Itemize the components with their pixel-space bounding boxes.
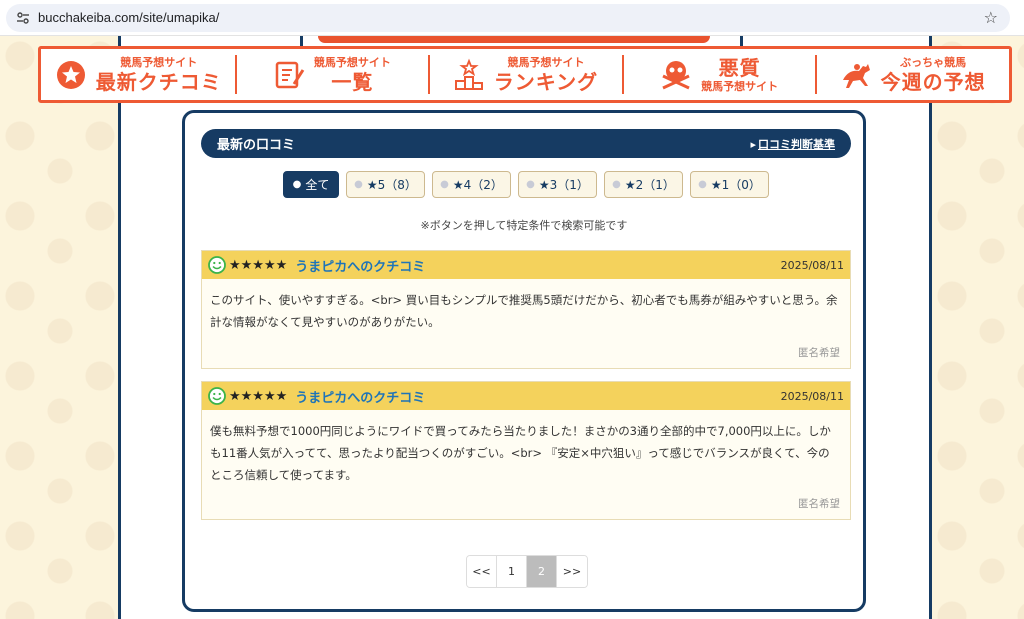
nav-label: 最新クチコミ [95, 69, 222, 94]
nav-label: 悪質 [718, 55, 761, 80]
nav-ranking[interactable]: 競馬予想サイト ランキング [428, 49, 622, 100]
review-item: ★★★★★ うまピカへのクチコミ 2025/08/11 僕も無料予想で1000円… [201, 381, 851, 520]
filter-2star-button[interactable]: ● ★2（1） [604, 171, 683, 198]
filter-label: ★5（8） [366, 178, 417, 192]
racehorse-icon [842, 63, 870, 88]
dot-icon: ● [526, 179, 535, 190]
pagination-next-button[interactable]: >> [557, 556, 587, 587]
review-title[interactable]: うまピカへのクチコミ [295, 256, 425, 275]
browser-toolbar: bucchakeiba.com/site/umapika/ ☆ [0, 0, 1024, 36]
nav-label-small: 競馬予想サイト [701, 79, 779, 93]
dot-icon: ● [292, 179, 302, 190]
section-title: 最新の口コミ [217, 138, 296, 153]
checklist-icon [275, 61, 305, 88]
nav-label: ランキング [493, 69, 599, 94]
pagination-page-1[interactable]: 1 [497, 556, 527, 587]
rating-filter-group: ● 全て ● ★5（8） ● ★4（2） ● ★3（1） ● ★2（1） ● ★1（0） [283, 171, 769, 198]
star-badge-icon [56, 60, 85, 89]
review-author: 匿名希望 [798, 498, 840, 510]
bookmark-star-icon[interactable]: ☆ [984, 8, 998, 27]
nav-label-small: 競馬予想サイト [313, 55, 391, 69]
smile-icon [208, 387, 226, 405]
dot-icon: ● [440, 179, 449, 190]
site-settings-icon[interactable] [16, 11, 30, 25]
filter-all-button[interactable]: ● 全て [283, 171, 339, 198]
pagination: << 1 2 >> [466, 555, 588, 588]
star-rating: ★★★★★ [229, 388, 288, 404]
review-criteria-link[interactable]: 口コミ判断基準 [750, 136, 835, 152]
nav-site-list[interactable]: 競馬予想サイト 一覧 [234, 49, 429, 100]
review-header: ★★★★★ うまピカへのクチコミ 2025/08/11 [202, 251, 850, 279]
filter-label: ★2（1） [624, 178, 675, 192]
review-date: 2025/08/11 [780, 258, 844, 272]
filter-1star-button[interactable]: ● ★1（0） [690, 171, 769, 198]
filter-3star-button[interactable]: ● ★3（1） [518, 171, 597, 198]
dot-icon: ● [698, 179, 707, 190]
review-header: ★★★★★ うまピカへのクチコミ 2025/08/11 [202, 382, 850, 410]
smile-icon [208, 256, 226, 274]
review-body: このサイト、使いやすすぎる。<br> 買い目もシンプルで推奨馬5頭だけだから、初… [210, 293, 838, 329]
nav-label-small: 競馬予想サイト [507, 55, 585, 69]
filter-5star-button[interactable]: ● ★5（8） [346, 171, 425, 198]
filter-label: 全て [305, 178, 330, 192]
nav-weekly-picks[interactable]: ぶっちゃ競馬 今週の予想 [815, 49, 1009, 100]
filter-label: ★4（2） [452, 178, 503, 192]
review-body: 僕も無料予想で1000円同じようにワイドで買ってみたら当たりました！まさかの3通… [210, 424, 831, 482]
nav-label-small: ぶっちゃ競馬 [900, 55, 967, 69]
category-nav: 競馬予想サイト 最新クチコミ 競馬予想サイト 一覧 競馬予想サイト ランキング [38, 46, 1012, 103]
nav-malicious[interactable]: 悪質 競馬予想サイト [621, 49, 816, 100]
filter-4star-button[interactable]: ● ★4（2） [432, 171, 511, 198]
review-date: 2025/08/11 [780, 389, 844, 403]
filter-note: ※ボタンを押して特定条件で検索可能です [420, 219, 628, 232]
skull-icon [662, 60, 690, 89]
nav-label: 一覧 [331, 69, 374, 94]
nav-label-small: 競馬予想サイト [120, 55, 198, 69]
podium-icon [454, 58, 483, 90]
background-pattern-left [0, 36, 118, 619]
nav-label: 今週の予想 [880, 69, 986, 94]
filter-label: ★1（0） [710, 178, 761, 192]
nav-latest-reviews[interactable]: 競馬予想サイト 最新クチコミ [41, 49, 235, 100]
pagination-prev-button[interactable]: << [467, 556, 497, 587]
background-pattern-right [932, 36, 1024, 619]
review-author: 匿名希望 [798, 347, 840, 359]
address-bar[interactable]: bucchakeiba.com/site/umapika/ ☆ [6, 4, 1010, 32]
section-header: 最新の口コミ 口コミ判断基準 [201, 129, 851, 158]
review-title[interactable]: うまピカへのクチコミ [295, 387, 425, 406]
dot-icon: ● [612, 179, 621, 190]
header-accent-bar [318, 36, 710, 43]
filter-label: ★3（1） [538, 178, 589, 192]
url-text[interactable]: bucchakeiba.com/site/umapika/ [38, 10, 219, 25]
latest-reviews-card: 最新の口コミ 口コミ判断基準 ●全て ●★5（8） ●★4（2） ●★3（1） … [182, 110, 866, 612]
review-item: ★★★★★ うまピカへのクチコミ 2025/08/11 このサイト、使いやすすぎ… [201, 250, 851, 369]
dot-icon: ● [354, 179, 363, 190]
pagination-page-2[interactable]: 2 [527, 556, 557, 587]
star-rating: ★★★★★ [229, 257, 288, 273]
